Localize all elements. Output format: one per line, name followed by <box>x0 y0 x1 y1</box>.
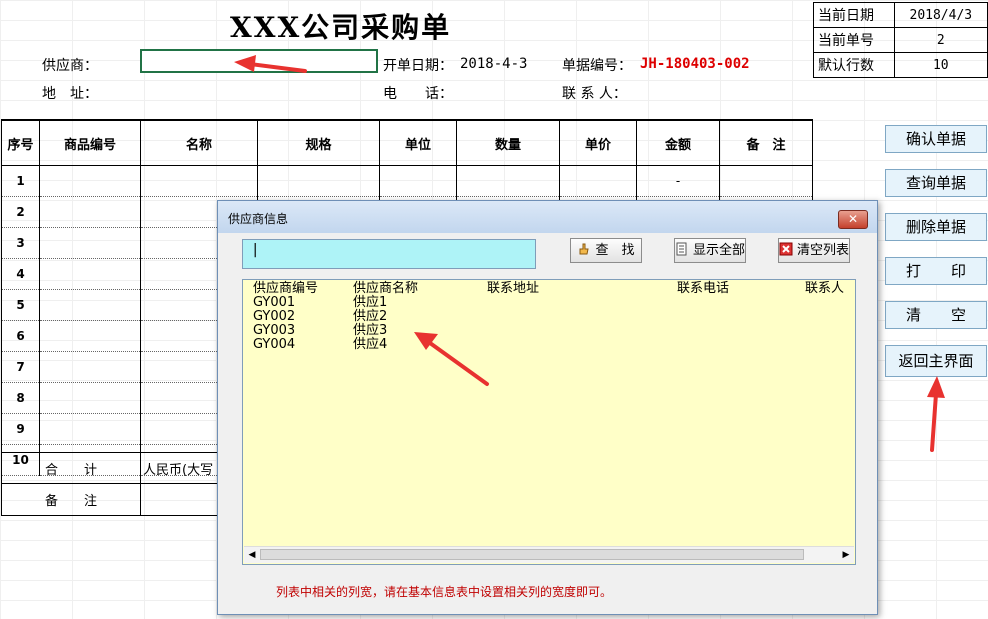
clear-button[interactable]: 清 空 <box>885 301 987 329</box>
supplier-dialog: 供应商信息 ✕ | 查 找 显示全部 清空列表 供应商编号 供应商名称 联系地址… <box>217 200 878 615</box>
page-title: XXX公司采购单 <box>230 11 452 44</box>
orderno-value: JH-180403-002 <box>640 56 750 72</box>
total-label: 合 计 <box>1 452 141 484</box>
supplier-name: 供应1 <box>353 295 388 310</box>
supplier-id: GY001 <box>253 295 296 310</box>
col-header: 名称 <box>140 119 258 166</box>
supplier-search-input[interactable]: | <box>242 239 536 269</box>
col-header: 单位 <box>379 119 457 166</box>
info-value[interactable]: 10 <box>893 52 988 78</box>
info-table: 当前日期 2018/4/3 当前单号 2 默认行数 10 <box>813 2 988 78</box>
table-cell[interactable] <box>39 413 141 445</box>
list-col-header: 联系地址 <box>487 281 540 296</box>
list-item[interactable]: GY003 供应3 <box>243 324 843 338</box>
contact-label: 联 系 人： <box>562 86 627 102</box>
row-number: 5 <box>1 289 40 321</box>
table-cell[interactable] <box>39 289 141 321</box>
delete-icon <box>779 242 793 256</box>
show-all-label: 显示全部 <box>693 243 746 258</box>
table-cell[interactable] <box>39 227 141 259</box>
dialog-title: 供应商信息 <box>228 212 289 226</box>
table-cell[interactable] <box>39 351 141 383</box>
supplier-id: GY003 <box>253 323 296 338</box>
document-icon <box>676 242 687 256</box>
dialog-titlebar[interactable]: 供应商信息 ✕ <box>218 201 877 233</box>
col-header: 商品编号 <box>39 119 141 166</box>
find-label: 查 找 <box>595 243 635 258</box>
table-cell[interactable] <box>39 165 141 197</box>
hand-pointer-icon <box>579 243 590 255</box>
table-cell[interactable] <box>456 165 560 197</box>
list-item[interactable]: GY002 供应2 <box>243 310 843 324</box>
date-value: 2018-4-3 <box>460 56 528 72</box>
row-number: 2 <box>1 196 40 228</box>
row-number: 7 <box>1 351 40 383</box>
scroll-right-icon[interactable]: ▶ <box>839 548 853 562</box>
table-cell[interactable] <box>559 165 637 197</box>
phone-label: 电 话： <box>383 86 453 102</box>
dialog-note: 列表中相关的列宽，请在基本信息表中设置相关列的宽度即可。 <box>276 585 613 599</box>
table-cell[interactable] <box>140 165 258 197</box>
table-cell[interactable] <box>719 165 813 197</box>
col-header: 备 注 <box>719 119 813 166</box>
row-number: 8 <box>1 382 40 414</box>
list-item[interactable]: GY004 供应4 <box>243 338 843 352</box>
info-key: 当前日期 <box>813 2 895 28</box>
amount-cell[interactable]: - <box>636 165 720 197</box>
supplier-name: 供应3 <box>353 323 388 338</box>
table-cell[interactable] <box>379 165 457 197</box>
list-item[interactable]: GY001 供应1 <box>243 296 843 310</box>
table-cell[interactable] <box>39 320 141 352</box>
clear-list-button[interactable]: 清空列表 <box>778 238 850 263</box>
clear-list-label: 清空列表 <box>797 243 850 258</box>
supplier-name: 供应2 <box>353 309 388 324</box>
col-header: 规格 <box>257 119 380 166</box>
supplier-id: GY002 <box>253 309 296 324</box>
list-col-header: 供应商编号 <box>253 281 319 296</box>
info-key: 默认行数 <box>813 52 895 78</box>
col-header: 金额 <box>636 119 720 166</box>
supplier-id: GY004 <box>253 337 296 352</box>
remark-label: 备 注 <box>1 483 141 516</box>
table-cell[interactable] <box>39 382 141 414</box>
list-col-header: 联系人 <box>805 281 845 296</box>
address-label: 地 址： <box>42 86 98 102</box>
row-number: 6 <box>1 320 40 352</box>
table-row: 1- <box>1 165 813 197</box>
scroll-thumb[interactable] <box>260 549 804 560</box>
list-col-header: 联系电话 <box>677 281 730 296</box>
date-label: 开单日期： <box>383 58 453 74</box>
col-header: 单价 <box>559 119 637 166</box>
row-number: 1 <box>1 165 40 197</box>
supplier-name: 供应4 <box>353 337 388 352</box>
return-main-button[interactable]: 返回主界面 <box>885 345 987 377</box>
find-button[interactable]: 查 找 <box>570 238 642 263</box>
supplier-list[interactable]: 供应商编号 供应商名称 联系地址 联系电话 联系人 GY001 供应1 GY002 供… <box>242 279 856 565</box>
table-cell[interactable] <box>39 196 141 228</box>
confirm-order-button[interactable]: 确认单据 <box>885 125 987 153</box>
scroll-left-icon[interactable]: ◀ <box>245 548 259 562</box>
info-value[interactable]: 2018/4/3 <box>893 2 988 28</box>
row-number: 4 <box>1 258 40 290</box>
supplier-input[interactable] <box>140 49 378 73</box>
show-all-button[interactable]: 显示全部 <box>674 238 746 263</box>
row-number: 3 <box>1 227 40 259</box>
delete-order-button[interactable]: 删除单据 <box>885 213 987 241</box>
horizontal-scrollbar[interactable]: ◀ ▶ <box>244 546 854 563</box>
query-order-button[interactable]: 查询单据 <box>885 169 987 197</box>
supplier-label: 供应商： <box>42 58 98 74</box>
col-header: 序号 <box>1 119 40 166</box>
table-cell[interactable] <box>39 258 141 290</box>
list-col-header: 供应商名称 <box>353 281 419 296</box>
print-button[interactable]: 打 印 <box>885 257 987 285</box>
close-icon[interactable]: ✕ <box>838 210 868 229</box>
orderno-label: 单据编号： <box>562 58 632 74</box>
row-number: 9 <box>1 413 40 445</box>
table-cell[interactable] <box>257 165 380 197</box>
col-header: 数量 <box>456 119 560 166</box>
info-key: 当前单号 <box>813 27 895 53</box>
info-value[interactable]: 2 <box>893 27 988 53</box>
